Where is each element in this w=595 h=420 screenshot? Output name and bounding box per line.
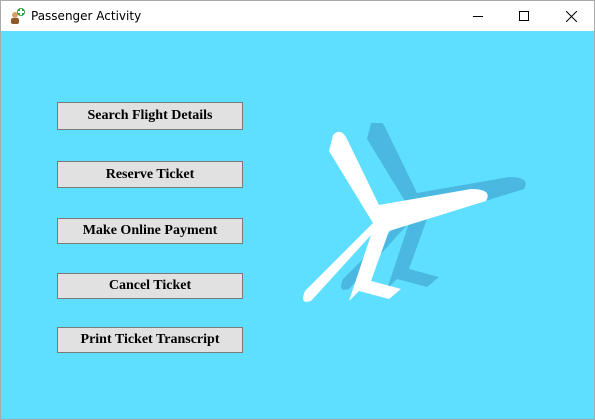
cancel-ticket-button[interactable]: Cancel Ticket (57, 273, 243, 299)
maximize-button[interactable] (501, 1, 547, 31)
close-button[interactable] (548, 1, 594, 31)
client-area: Search Flight Details Reserve Ticket Mak… (1, 31, 594, 419)
close-icon (565, 10, 577, 22)
minimize-button[interactable] (455, 1, 501, 31)
airplane-icon (281, 119, 531, 323)
reserve-ticket-button[interactable]: Reserve Ticket (57, 161, 243, 188)
minimize-icon (473, 11, 483, 21)
search-flight-details-button[interactable]: Search Flight Details (57, 102, 243, 130)
title-bar[interactable]: Passenger Activity (1, 1, 594, 31)
make-online-payment-button[interactable]: Make Online Payment (57, 218, 243, 244)
window-title: Passenger Activity (31, 9, 142, 23)
maximize-icon (519, 11, 529, 21)
passenger-activity-window: Passenger Activity Search Flight Details… (0, 0, 595, 420)
passenger-app-icon (9, 7, 27, 25)
print-ticket-transcript-button[interactable]: Print Ticket Transcript (57, 327, 243, 353)
